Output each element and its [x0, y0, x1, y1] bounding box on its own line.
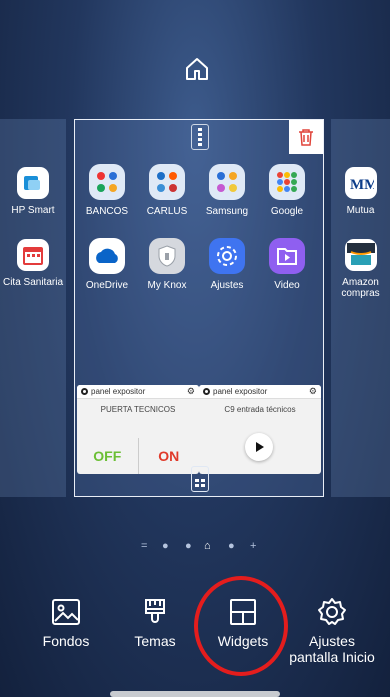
widget-title: panel expositor	[213, 387, 268, 396]
widget-subtitle: C9 entrada técnicos	[224, 405, 296, 414]
page-dot[interactable]: ●	[185, 540, 192, 552]
app-label: Google	[270, 206, 304, 217]
video-icon	[269, 238, 305, 274]
calendar-icon	[17, 239, 49, 271]
right-home-page-preview[interactable]: MM Mutua Amazon compras	[331, 119, 390, 497]
add-page-handle-icon[interactable]	[191, 466, 209, 492]
home-screen-settings-button[interactable]: Ajustes pantalla Inicio	[286, 597, 378, 665]
widget-app-icon	[81, 388, 88, 395]
onedrive-icon	[89, 238, 125, 274]
themes-button[interactable]: Temas	[110, 597, 200, 649]
settings-icon[interactable]: ⚙	[309, 386, 317, 397]
app-my-knox[interactable]: My Knox	[137, 238, 197, 291]
widget-header: panel expositor ⚙	[199, 385, 321, 399]
add-page-icon[interactable]: +	[250, 540, 256, 552]
app-folder-carlus[interactable]: CARLUS	[137, 164, 197, 217]
app-label: OneDrive	[85, 280, 129, 291]
app-label: My Knox	[147, 280, 187, 291]
app-onedrive[interactable]: OneDrive	[77, 238, 137, 291]
settings-icon[interactable]: ⚙	[187, 386, 195, 397]
home-page-icon[interactable]	[184, 56, 210, 82]
widget-subtitle: PUERTA TECNICOS	[100, 405, 176, 414]
app-label: Ajustes	[210, 280, 244, 291]
navigation-handle[interactable]	[110, 691, 280, 697]
play-icon	[256, 442, 264, 452]
app-amazon[interactable]: Amazon compras	[331, 239, 390, 299]
play-button[interactable]	[245, 433, 273, 461]
app-folder-samsung[interactable]: Samsung	[197, 164, 257, 217]
trash-icon[interactable]	[289, 120, 323, 154]
off-button[interactable]: OFF	[77, 438, 139, 474]
image-icon	[51, 597, 81, 627]
widget-app-icon	[203, 388, 210, 395]
menu-indicator-icon: =	[141, 540, 148, 552]
app-cita-sanitaria[interactable]: Cita Sanitaria	[0, 239, 66, 288]
svg-text:MM: MM	[350, 177, 374, 193]
app-label: Mutua	[346, 205, 375, 216]
on-off-toggle[interactable]: OFF ON	[77, 438, 199, 474]
wallpapers-label: Fondos	[42, 633, 90, 649]
wallpapers-button[interactable]: Fondos	[21, 597, 111, 649]
highlight-circle	[194, 576, 288, 676]
main-home-page-preview[interactable]: BANCOS CARLUS Samsung Google OneDrive My…	[74, 119, 324, 497]
folder-icon	[209, 164, 245, 200]
home-screen-settings-label: Ajustes pantalla Inicio	[289, 633, 375, 665]
app-label: Amazon compras	[341, 277, 380, 299]
app-hp-smart[interactable]: HP Smart	[0, 167, 66, 216]
widget-header: panel expositor ⚙	[77, 385, 199, 399]
page-dot[interactable]: ●	[162, 540, 169, 552]
app-video[interactable]: Video	[257, 238, 317, 291]
widget-title: panel expositor	[91, 387, 146, 396]
app-label: CARLUS	[146, 206, 188, 217]
page-dot[interactable]: ●	[228, 540, 235, 552]
app-mutua[interactable]: MM Mutua	[331, 167, 390, 216]
folder-icon	[89, 164, 125, 200]
page-indicator: = ● ● ⌂ ● +	[0, 540, 390, 554]
app-label: Video	[274, 280, 300, 291]
home-indicator-icon[interactable]: ⌂	[204, 540, 211, 552]
app-label: BANCOS	[85, 206, 129, 217]
app-label: HP Smart	[11, 205, 55, 216]
folder-icon	[149, 164, 185, 200]
app-folder-bancos[interactable]: BANCOS	[77, 164, 137, 217]
mutua-icon: MM	[344, 167, 377, 199]
reorder-handle-icon[interactable]	[191, 124, 209, 150]
app-folder-google[interactable]: Google	[257, 164, 317, 217]
widget-c9-entrada[interactable]: panel expositor ⚙ C9 entrada técnicos	[199, 385, 321, 474]
folder-icon	[269, 164, 305, 200]
brush-icon	[140, 597, 170, 627]
amazon-icon	[344, 239, 377, 271]
app-label: Samsung	[205, 206, 249, 217]
widget-puerta-tecnicos[interactable]: panel expositor ⚙ PUERTA TECNICOS OFF ON	[77, 385, 199, 474]
on-button[interactable]: ON	[139, 438, 200, 474]
themes-label: Temas	[134, 633, 176, 649]
gear-icon	[209, 238, 245, 274]
app-ajustes[interactable]: Ajustes	[197, 238, 257, 291]
left-home-page-preview[interactable]: HP Smart Cita Sanitaria	[0, 119, 66, 497]
app-label: Cita Sanitaria	[2, 277, 64, 288]
hp-smart-icon	[17, 167, 49, 199]
knox-icon	[149, 238, 185, 274]
gear-icon	[317, 597, 347, 627]
